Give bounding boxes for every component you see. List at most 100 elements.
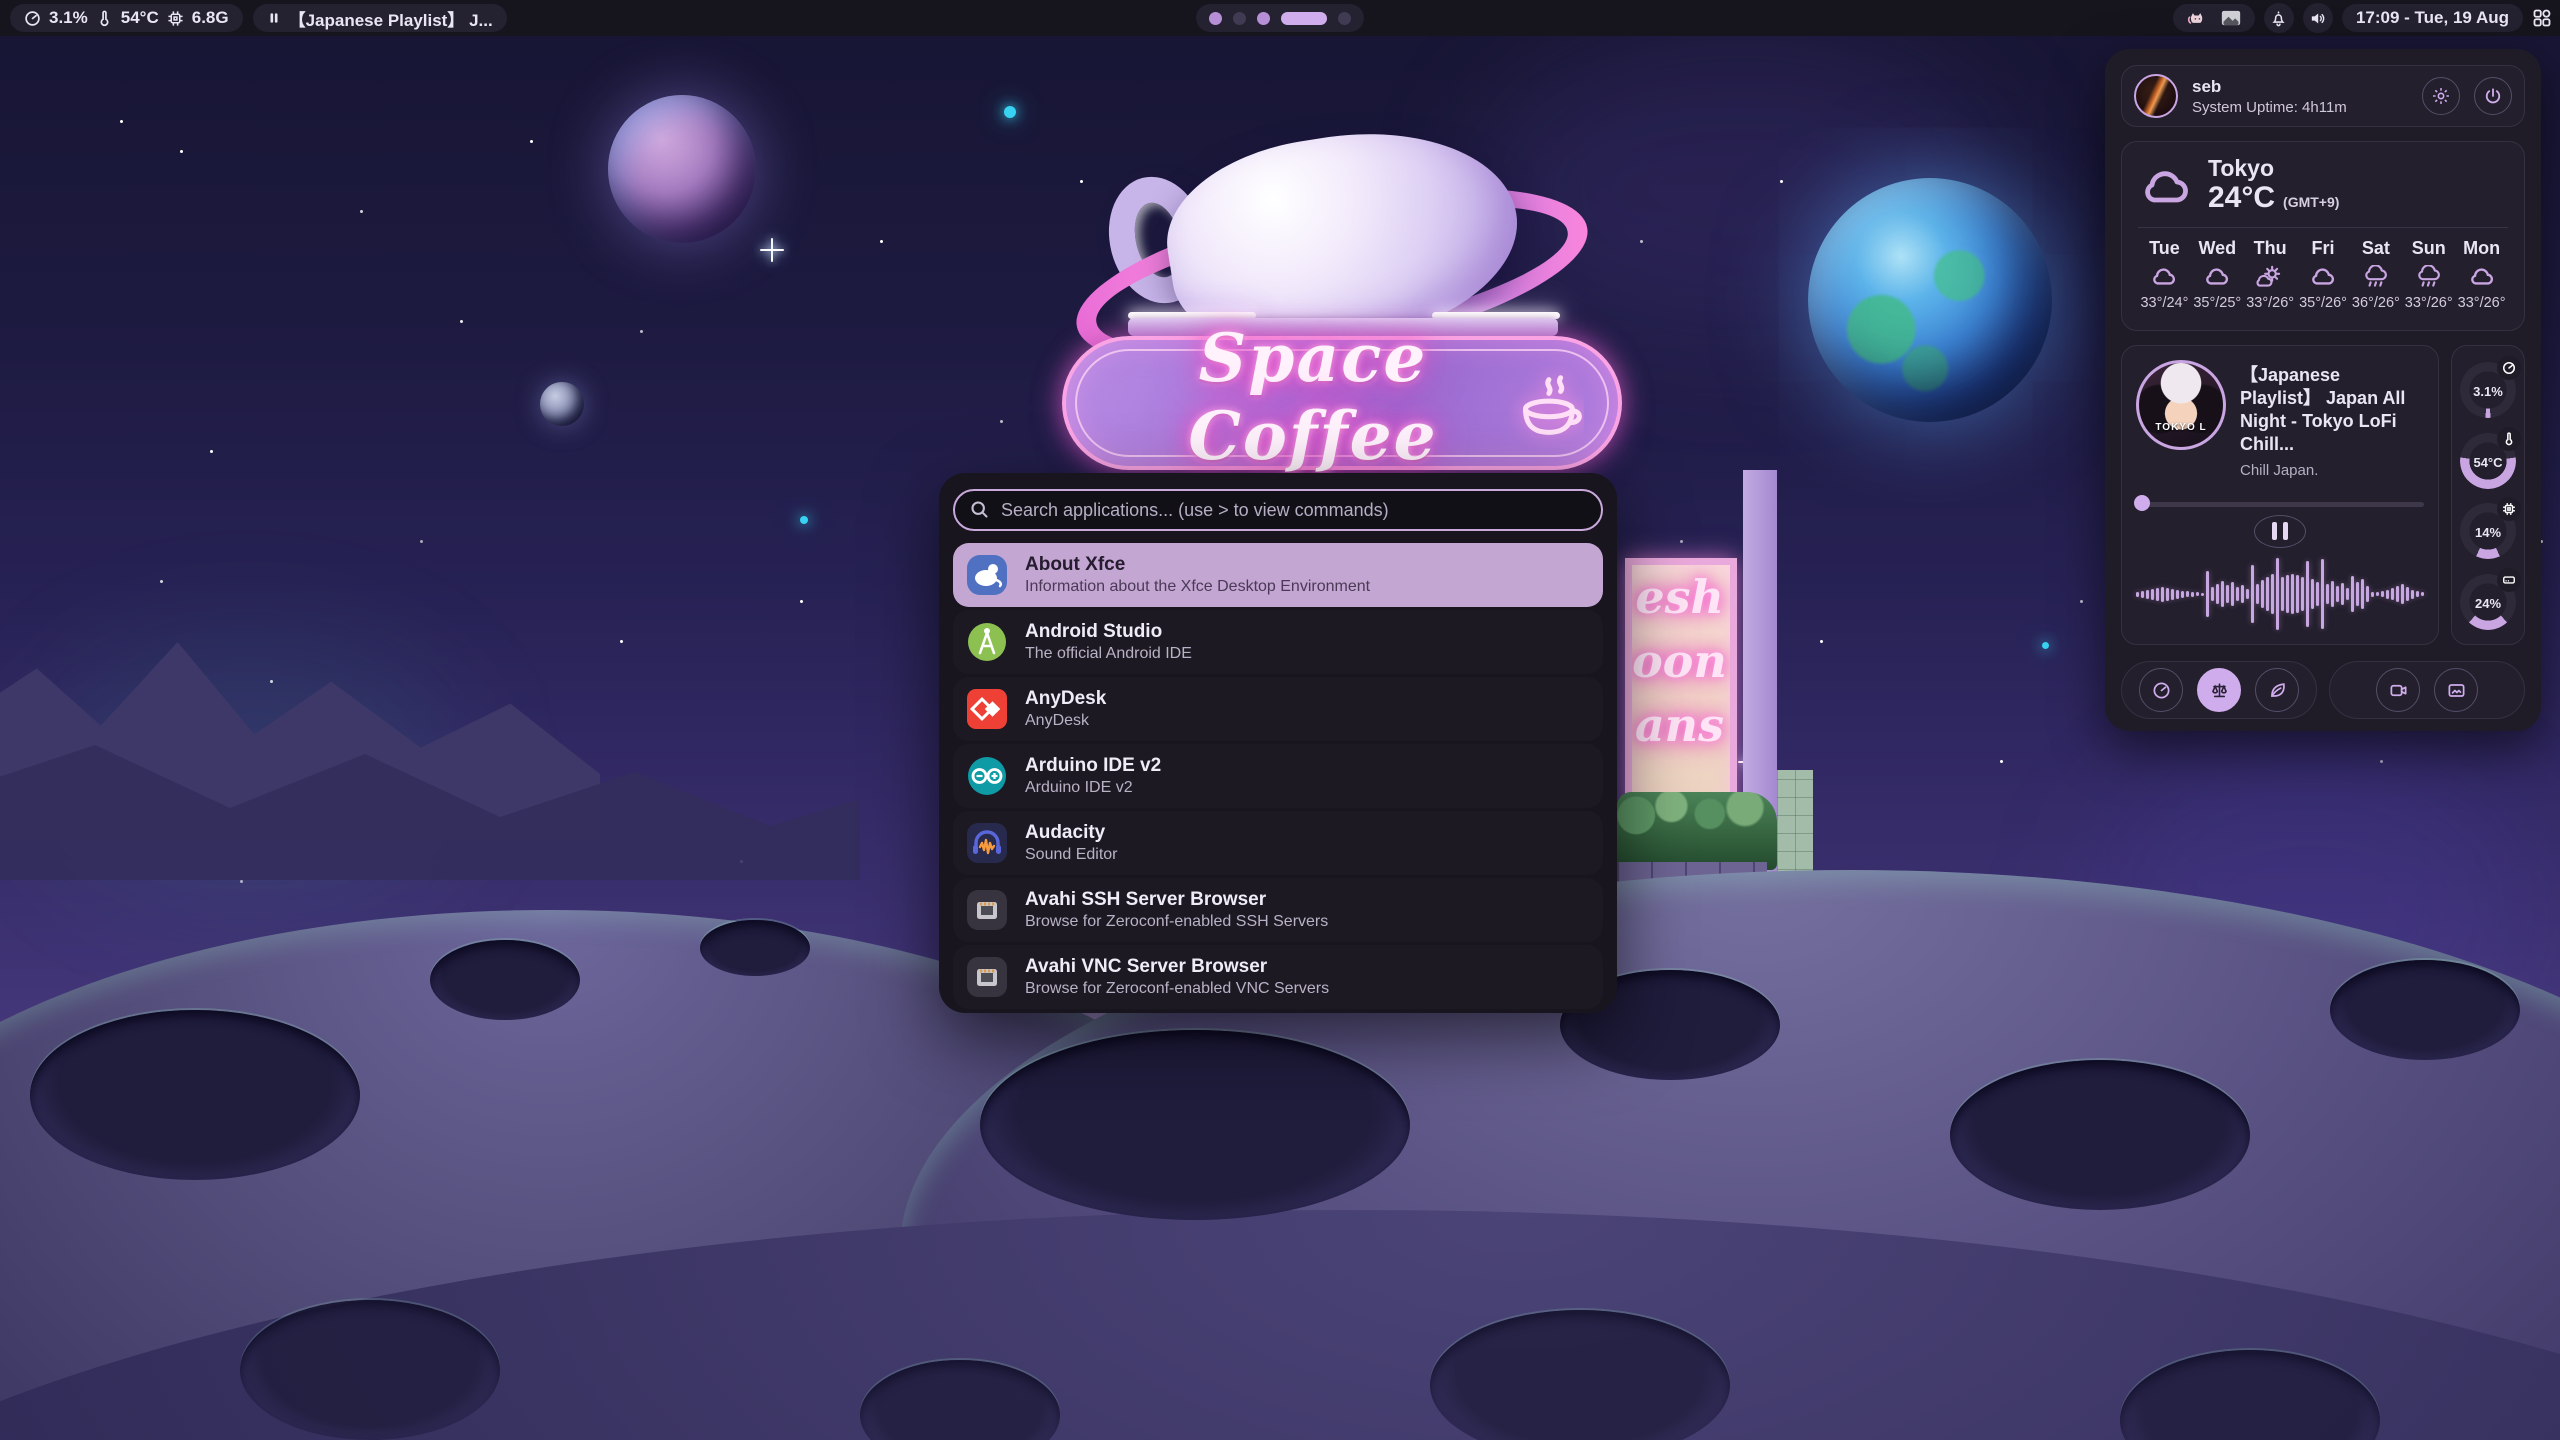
workspace-dot-empty[interactable] [1233,12,1246,25]
performance-profile-button[interactable] [2139,668,2183,712]
apps-grid-icon[interactable] [2532,8,2552,28]
now-playing-pill[interactable]: 【Japanese Playlist】 J... [253,4,507,32]
system-uptime: System Uptime: 4h11m [2192,99,2408,116]
clock[interactable]: 17:09 - Tue, 19 Aug [2342,4,2523,32]
speedometer-icon [2502,361,2516,375]
chip-icon [167,10,184,27]
now-playing-title: 【Japanese Playlist】 J... [289,6,493,31]
purple-planet [608,95,756,243]
crater [430,940,580,1020]
weather-card: Tokyo 24°C (GMT+9) Tue 33°/24° Wed 35°/2… [2121,141,2525,331]
screenshot-icon [2447,681,2466,700]
app-name: AnyDesk [1025,689,1106,709]
weather-city: Tokyo [2208,156,2339,181]
system-stats-pill[interactable]: 3.1% 54°C 6.8G [10,4,243,32]
search-input[interactable] [953,489,1603,531]
speedometer-icon [2152,681,2171,700]
crater [700,920,810,976]
earth-planet [1808,178,2052,422]
user-name: seb [2192,77,2408,97]
rain-icon [2361,265,2391,289]
power-button[interactable] [2474,77,2512,115]
media-title: 【Japanese Playlist】 Japan All Night - To… [2240,364,2424,456]
forecast-day: Wed 35°/25° [2191,238,2244,311]
app-name: Avahi SSH Server Browser [1025,890,1328,910]
workspace-dot-occupied[interactable] [1257,12,1270,25]
progress-knob[interactable] [2134,495,2150,511]
shop-window: esh oon ans [1625,558,1737,810]
screen-record-button[interactable] [2376,668,2420,712]
temperature-gauge: 54°C [2459,429,2517,491]
user-card: seb System Uptime: 4h11m [2121,65,2525,127]
disk-icon [2502,573,2516,587]
forecast-day: Fri 35°/26° [2297,238,2350,311]
app-row-android-studio[interactable]: Android Studio The official Android IDE [953,610,1603,674]
workspace-indicator[interactable] [1196,4,1364,32]
bright-star [800,516,808,524]
app-name: Android Studio [1025,622,1192,642]
settings-button[interactable] [2422,77,2460,115]
anydesk-icon [965,687,1009,731]
rain-icon [2414,265,2444,289]
weather-cloud-icon [2138,164,2194,208]
crater [240,1300,500,1440]
memory-gauge-value: 14% [2459,525,2517,540]
cpu-temp: 54°C [121,8,159,28]
app-description: Arduino IDE v2 [1025,779,1161,797]
gear-icon [2431,86,2451,106]
thermometer-icon [96,10,113,27]
crater [980,1030,1410,1220]
coffee-cup-icon [1506,366,1584,448]
powersave-profile-button[interactable] [2255,668,2299,712]
video-camera-icon [2389,681,2408,700]
weather-timezone: (GMT+9) [2283,194,2339,210]
app-description: The official Android IDE [1025,645,1192,663]
bell-icon [2270,10,2287,27]
workspace-dot-occupied[interactable] [1209,12,1222,25]
forecast-day: Thu 33°/26° [2244,238,2297,311]
media-player-card: TOKYO L 【Japanese Playlist】 Japan All Ni… [2121,345,2439,645]
cpu-usage: 3.1% [49,8,88,28]
audio-visualizer [2136,558,2424,630]
app-row-about-xfce[interactable]: About Xfce Information about the Xfce De… [953,543,1603,607]
app-row-anydesk[interactable]: AnyDesk AnyDesk [953,677,1603,741]
app-row-arduino[interactable]: Arduino IDE v2 Arduino IDE v2 [953,744,1603,808]
cpu-gauge: 3.1% [2459,358,2517,420]
crater [2330,960,2520,1060]
sparkle-star [770,248,774,252]
bright-star [1004,106,1016,118]
small-moon [540,382,584,426]
crater [30,1010,360,1180]
search-icon [969,499,990,520]
app-row-audacity[interactable]: Audacity Sound Editor [953,811,1603,875]
balanced-profile-button[interactable] [2197,668,2241,712]
tray-pill[interactable] [2173,4,2255,32]
media-progress-bar[interactable] [2136,495,2424,505]
cloud-icon [2467,265,2497,289]
media-subtitle: Chill Japan. [2240,462,2424,479]
window-neon-word: oon [1632,629,1730,693]
app-description: Sound Editor [1025,846,1118,864]
dashboard-panel: seb System Uptime: 4h11m Tokyo 24°C (GMT… [2105,49,2541,731]
app-row-avahi-vnc[interactable]: Avahi VNC Server Browser Browse for Zero… [953,945,1603,1009]
temperature-gauge-value: 54°C [2459,455,2517,470]
window-neon-word: esh [1632,565,1730,629]
app-launcher: About Xfce Information about the Xfce De… [939,473,1617,1013]
avahi-ssh-icon [965,888,1009,932]
top-bar: 3.1% 54°C 6.8G 【Japanese Playlist】 J... [0,0,2560,36]
leaf-icon [2268,681,2287,700]
clock-text: 17:09 - Tue, 19 Aug [2356,8,2509,28]
app-row-avahi-ssh[interactable]: Avahi SSH Server Browser Browse for Zero… [953,878,1603,942]
workspace-dot-empty[interactable] [1338,12,1351,25]
thermometer-icon [2502,432,2516,446]
star-field [120,120,123,123]
volume-button[interactable] [2303,3,2333,33]
avatar [2134,74,2178,118]
notifications-button[interactable] [2264,3,2294,33]
workspace-dot-active[interactable] [1281,12,1327,25]
app-list: About Xfce Information about the Xfce De… [953,543,1603,1009]
forecast-day: Sun 33°/26° [2402,238,2455,311]
play-pause-button[interactable] [2254,515,2306,548]
screenshot-button[interactable] [2434,668,2478,712]
cpu-gauge-value: 3.1% [2459,384,2517,399]
